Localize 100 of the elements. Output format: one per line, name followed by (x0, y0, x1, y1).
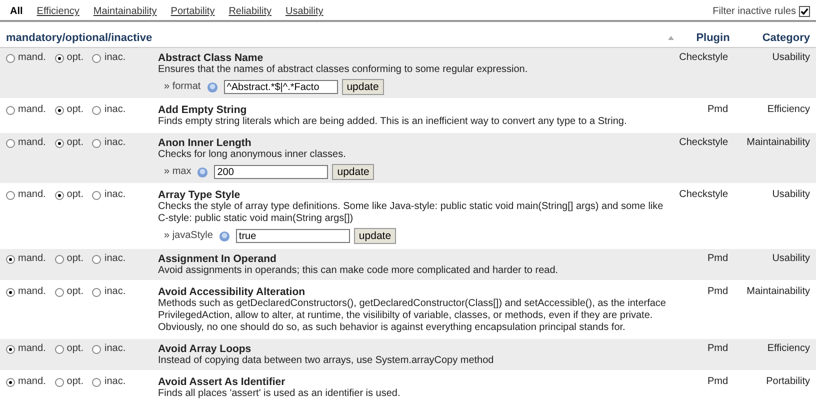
param-input[interactable]: 200 (214, 165, 328, 179)
category-tab[interactable]: Usability (285, 6, 324, 17)
radio-label: mand. (18, 52, 46, 64)
plugin-cell-text: Pmd (706, 286, 728, 299)
radio-button[interactable] (54, 345, 64, 354)
radio-label: inac. (104, 137, 126, 149)
radio-label: opt. (66, 137, 84, 149)
radio-button[interactable] (92, 378, 102, 387)
category-tab[interactable]: Reliability (228, 6, 272, 17)
plugin-cell-text: Checkstyle (678, 52, 728, 65)
rule-name: Add Empty String (158, 104, 248, 116)
rule-name: Avoid Assert As Identifier (158, 376, 286, 388)
radio-button[interactable] (92, 54, 102, 63)
plugin-cell-text: Pmd (706, 253, 728, 266)
radio-button[interactable] (54, 255, 64, 264)
rule-description: Checks for long anonymous inner classes. (158, 149, 347, 161)
param-input[interactable]: ^Abstract.*$|^.*Facto (224, 80, 338, 94)
column-header[interactable]: mandatory/optional/inactive (0, 32, 668, 44)
rule-description: Avoid assignments in operands; this can make code more complicated and harder to read. (158, 265, 560, 277)
radio-label: mand. (18, 104, 46, 116)
update-button[interactable]: update (342, 79, 384, 95)
radio-button[interactable] (6, 191, 15, 200)
category-tab[interactable]: Portability (170, 6, 215, 17)
rule-description: Finds empty string literals which are being added. This is an inefficient way to convert any type to a String. (158, 116, 628, 128)
rule-description: Instead of copying data between two arrays, use System.arrayCopy method (158, 355, 495, 367)
radio-label: mand. (18, 343, 46, 355)
filter-label: Filter inactive rules (712, 6, 796, 17)
category-tab[interactable]: Efficiency (36, 6, 80, 17)
radio-button[interactable] (54, 106, 64, 115)
radio-button[interactable] (92, 288, 102, 297)
column-header[interactable]: Plugin (692, 32, 734, 44)
param-name: » max (164, 166, 192, 178)
update-button[interactable]: update (354, 228, 396, 244)
radio-button[interactable] (6, 139, 15, 148)
radio-label: inac. (104, 376, 126, 388)
rule-description: Checks the style of array type definitions. Some like Java-style: public static void main(String[] args) and some like C-style: public static void main(String args[]) (158, 201, 664, 225)
category-cell-text: Usability (771, 189, 810, 202)
plugin-cell-text: Checkstyle (678, 137, 728, 150)
radio-label: mand. (18, 376, 46, 388)
radio-label: opt. (66, 253, 84, 265)
category-cell-text: Usability (771, 52, 810, 65)
radio-label: mand. (18, 286, 46, 298)
radio-button[interactable] (54, 288, 64, 297)
radio-label: opt. (66, 189, 84, 201)
rule-name: Array Type Style (158, 189, 242, 201)
radio-button[interactable] (54, 139, 64, 148)
radio-button[interactable] (6, 345, 15, 354)
radio-label: opt. (66, 52, 84, 64)
radio-button[interactable] (54, 191, 64, 200)
category-cell-text: Portability (765, 376, 810, 389)
radio-label: mand. (18, 189, 46, 201)
help-icon[interactable] (197, 166, 208, 178)
radio-label: inac. (104, 253, 126, 265)
radio-button[interactable] (92, 191, 102, 200)
radio-button[interactable] (92, 139, 102, 148)
category-cell-text: Usability (771, 253, 810, 266)
category-cell-text: Efficiency (766, 104, 810, 117)
radio-button[interactable] (92, 255, 102, 264)
radio-button[interactable] (6, 378, 15, 387)
radio-button[interactable] (54, 378, 64, 387)
radio-label: inac. (104, 286, 126, 298)
radio-label: mand. (18, 137, 46, 149)
help-icon[interactable] (206, 82, 218, 92)
radio-label: inac. (104, 104, 126, 116)
radio-label: inac. (104, 343, 126, 355)
radio-label: opt. (66, 376, 84, 388)
rule-description: Finds all places 'assert' is used as an identifier is used. (158, 388, 402, 400)
radio-label: inac. (104, 52, 126, 64)
radio-button[interactable] (54, 54, 64, 63)
update-button[interactable]: update (332, 164, 374, 180)
category-tab[interactable]: All (10, 6, 23, 17)
plugin-cell-text: Pmd (706, 343, 728, 356)
plugin-cell-text: Checkstyle (678, 189, 728, 202)
rule-description: Ensures that the names of abstract classes conforming to some regular expression. (158, 64, 529, 76)
param-input[interactable]: true (236, 229, 350, 243)
filter-checkbox[interactable] (799, 6, 810, 17)
radio-button[interactable] (6, 288, 15, 297)
radio-label: opt. (66, 286, 84, 298)
category-tab[interactable]: Maintainability (93, 6, 157, 17)
sort-icon[interactable] (668, 36, 674, 40)
category-cell-text: Maintainability (746, 137, 810, 150)
rule-name: Assignment In Operand (158, 253, 278, 265)
radio-button[interactable] (6, 255, 15, 264)
plugin-cell-text: Pmd (706, 104, 728, 117)
radio-label: mand. (18, 253, 46, 265)
column-header[interactable]: Category (748, 32, 810, 44)
category-cell-text: Maintainability (746, 286, 810, 299)
radio-button[interactable] (92, 106, 102, 115)
radio-button[interactable] (92, 345, 102, 354)
radio-button[interactable] (6, 54, 15, 63)
help-icon[interactable] (218, 230, 230, 242)
rule-name: Anon Inner Length (158, 137, 252, 149)
rule-name: Avoid Array Loops (158, 343, 252, 355)
radio-button[interactable] (6, 106, 15, 115)
param-name: » javaStyle (164, 230, 213, 242)
radio-label: opt. (66, 343, 84, 355)
category-cell-text: Efficiency (766, 343, 810, 356)
rule-description: Methods such as getDeclaredConstructors(), getDeclaredConstructor(Class[]) and setAccessible(), as the interface PrivilegedAction, allow to alter, at runtime, the visilibilty of variable, classes, or methods, even if they are private. Obviously, no one should do so, as such behavior is against everything encapsulation principal stands for. (158, 298, 667, 334)
plugin-cell-text: Pmd (706, 376, 728, 389)
param-name: » format (164, 81, 201, 93)
